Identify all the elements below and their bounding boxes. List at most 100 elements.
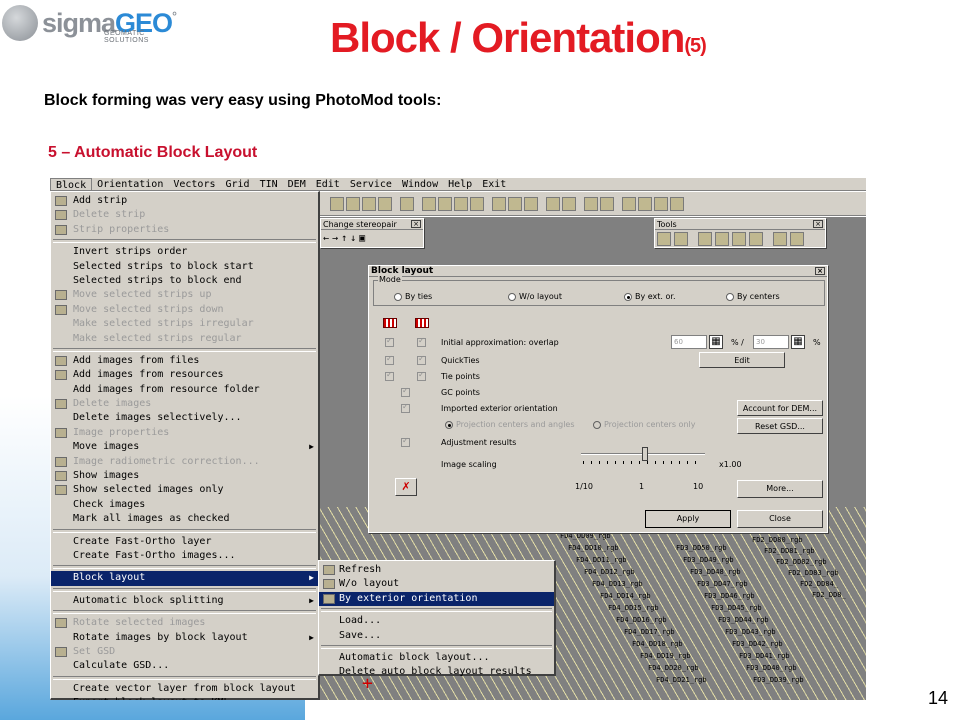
menu-item-delete-images[interactable]: Delete images	[51, 397, 318, 411]
menu-item-add-images-from-resource-folder[interactable]: Add images from resource folder	[51, 383, 318, 397]
overlap-input-1[interactable]: 60	[671, 335, 707, 349]
proj-centers-only[interactable]: Projection centers only	[593, 420, 695, 429]
menu-item-show-selected-images-only[interactable]: Show selected images only	[51, 483, 318, 497]
toolbar-folder-open-icon[interactable]	[438, 196, 452, 211]
close-icon[interactable]: ×	[411, 220, 421, 228]
toolbar-tiles-icon[interactable]	[622, 196, 636, 211]
menu-item-make-selected-strips-irregular[interactable]: Make selected strips irregular	[51, 317, 318, 331]
check-gc-points[interactable]	[401, 386, 410, 397]
menu-item-invert-strips-order[interactable]: Invert strips order	[51, 245, 318, 259]
no-layout-icon[interactable]: ✗	[395, 478, 417, 496]
select-rect-icon[interactable]	[657, 232, 671, 246]
menu-item-show-images[interactable]: Show images	[51, 469, 318, 483]
close-icon[interactable]: ×	[815, 267, 825, 275]
account-dem-button[interactable]: Account for DEM...	[737, 400, 823, 416]
proj-centers-angles[interactable]: Projection centers and angles	[445, 420, 575, 429]
toolbar-folder-save-icon[interactable]	[454, 196, 468, 211]
check-overlap-b[interactable]	[417, 336, 426, 347]
close-button[interactable]: Close	[737, 510, 823, 528]
menu-item-export-block-layout-to-kml[interactable]: Export block layout to KML...	[51, 696, 318, 700]
toolbar-save-icon[interactable]	[330, 196, 344, 211]
layout-grid-alt-icon[interactable]	[415, 318, 429, 328]
menu-item-set-gsd[interactable]: Set GSD	[51, 645, 318, 659]
menu-dem[interactable]: DEM	[283, 178, 311, 190]
slider-thumb[interactable]	[642, 447, 649, 461]
close-icon[interactable]: ×	[813, 220, 823, 228]
tool-images3-icon[interactable]	[732, 232, 746, 246]
check-tiepoints-b[interactable]	[417, 370, 426, 381]
arrow-up-icon[interactable]: ↑	[341, 233, 347, 244]
menu-block[interactable]: Block	[50, 178, 93, 191]
submenu-item-w-o-layout[interactable]: W/o layout	[319, 577, 554, 591]
menu-item-create-fast-ortho-layer[interactable]: Create Fast-Ortho layer	[51, 535, 318, 549]
menu-orientation[interactable]: Orientation	[92, 178, 168, 190]
check-adjustment[interactable]	[401, 436, 410, 447]
arrow-left-icon[interactable]: ←	[323, 233, 329, 244]
tool-svg-icon[interactable]	[773, 232, 787, 246]
menu-grid[interactable]: Grid	[221, 178, 255, 190]
menu-help[interactable]: Help	[443, 178, 477, 190]
tool-images-icon[interactable]	[698, 232, 712, 246]
mode-wo-layout[interactable]: W/o layout	[508, 292, 562, 301]
toolbar-export-icon[interactable]	[562, 196, 576, 211]
arrow-right-icon[interactable]: →	[332, 233, 338, 244]
menu-item-image-radiometric-correction[interactable]: Image radiometric correction...	[51, 455, 318, 469]
toolbar-grid-icon[interactable]	[400, 196, 414, 211]
menu-item-create-vector-layer-from-block-layout[interactable]: Create vector layer from block layout	[51, 682, 318, 696]
toolbar-home-icon[interactable]	[378, 196, 392, 211]
menu-item-check-images[interactable]: Check images	[51, 498, 318, 512]
check-imported-eo[interactable]	[401, 402, 410, 413]
toolbar-windows-icon[interactable]	[638, 196, 652, 211]
menu-item-image-properties[interactable]: Image properties	[51, 426, 318, 440]
tool-svg2-icon[interactable]	[790, 232, 804, 246]
menu-window[interactable]: Window	[397, 178, 443, 190]
submenu-item-delete-auto-block-layout-results[interactable]: Delete auto block layout results	[319, 665, 554, 679]
submenu-item-automatic-block-layout[interactable]: Automatic block layout...	[319, 651, 554, 665]
toolbar-refresh-icon[interactable]	[654, 196, 668, 211]
menu-exit[interactable]: Exit	[477, 178, 511, 190]
calculator-icon[interactable]: ▦	[791, 335, 805, 349]
menu-item-rotate-images-by-block-layout[interactable]: Rotate images by block layout ▶	[51, 631, 318, 645]
edit-button[interactable]: Edit	[699, 352, 785, 368]
menu-item-move-images[interactable]: Move images ▶	[51, 440, 318, 454]
apply-button[interactable]: Apply	[645, 510, 731, 528]
reset-gsd-button[interactable]: Reset GSD...	[737, 418, 823, 434]
more-button[interactable]: More...	[737, 480, 823, 498]
check-overlap-a[interactable]	[385, 336, 394, 347]
menu-item-calculate-gsd[interactable]: Calculate GSD...	[51, 659, 318, 673]
tool-images2-icon[interactable]	[715, 232, 729, 246]
menu-edit[interactable]: Edit	[311, 178, 345, 190]
tool-images4-icon[interactable]	[749, 232, 763, 246]
layout-grid-icon[interactable]	[383, 318, 397, 328]
calculator-icon[interactable]: ▦	[709, 335, 723, 349]
menu-item-delete-strip[interactable]: Delete strip	[51, 208, 318, 222]
menu-vectors[interactable]: Vectors	[168, 178, 220, 190]
toolbar-layers-icon[interactable]	[346, 196, 360, 211]
check-tiepoints-a[interactable]	[385, 370, 394, 381]
submenu-item-by-exterior-orientation[interactable]: By exterior orientation	[319, 591, 554, 607]
swap-icon[interactable]: ▣	[359, 233, 365, 244]
toolbar-fill-icon[interactable]	[470, 196, 484, 211]
menu-service[interactable]: Service	[345, 178, 397, 190]
check-quickties-b[interactable]	[417, 354, 426, 365]
menu-item-selected-strips-to-block-end[interactable]: Selected strips to block end	[51, 274, 318, 288]
toolbar-triangulate-icon[interactable]	[600, 196, 614, 211]
menu-item-make-selected-strips-regular[interactable]: Make selected strips regular	[51, 332, 318, 346]
menu-item-selected-strips-to-block-start[interactable]: Selected strips to block start	[51, 260, 318, 274]
menu-item-rotate-selected-images[interactable]: Rotate selected images	[51, 616, 318, 630]
overlap-input-2[interactable]: 30	[753, 335, 789, 349]
check-quickties-a[interactable]	[385, 354, 394, 365]
select-poly-icon[interactable]	[674, 232, 688, 246]
menu-item-create-fast-ortho-images[interactable]: Create Fast-Ortho images...	[51, 549, 318, 563]
menu-item-move-selected-strips-up[interactable]: Move selected strips up	[51, 288, 318, 302]
toolbar-doc-icon[interactable]	[670, 196, 684, 211]
menu-item-automatic-block-splitting[interactable]: Automatic block splitting ▶	[51, 594, 318, 608]
submenu-item-load[interactable]: Load...	[319, 614, 554, 628]
toolbar-stereo-icon[interactable]	[362, 196, 376, 211]
toolbar-folder-icon[interactable]	[422, 196, 436, 211]
arrow-down-icon[interactable]: ↓	[350, 233, 356, 244]
toolbar-redo-icon[interactable]	[524, 196, 538, 211]
mode-by-centers[interactable]: By centers	[726, 292, 780, 301]
menu-item-strip-properties[interactable]: Strip properties	[51, 223, 318, 237]
submenu-item-refresh[interactable]: Refresh	[319, 563, 554, 577]
